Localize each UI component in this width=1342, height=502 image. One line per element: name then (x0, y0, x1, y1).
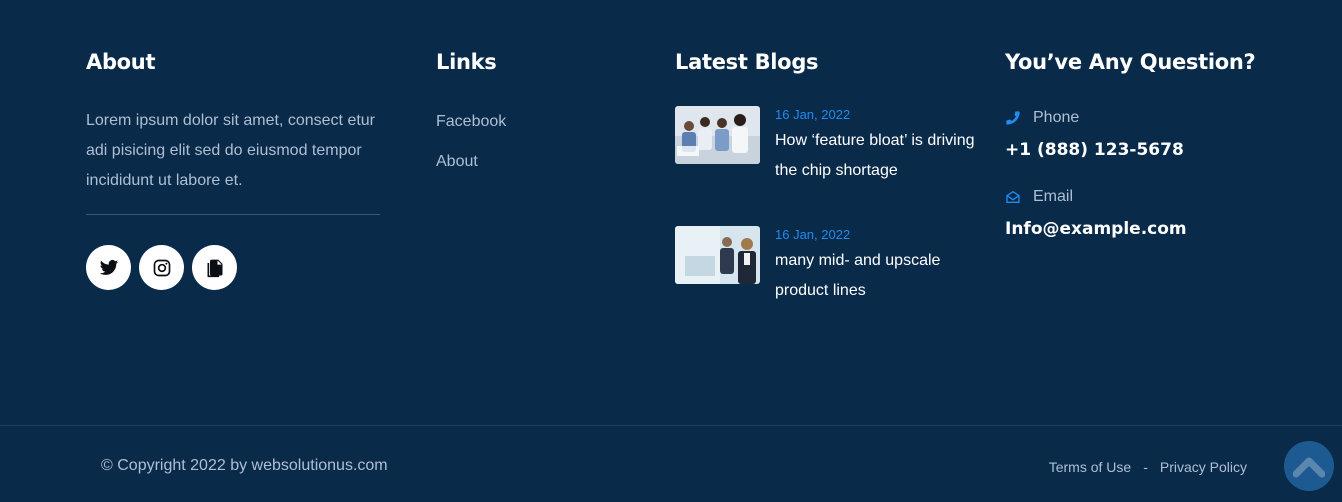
legal-separator: - (1143, 459, 1148, 475)
twitter-button[interactable] (86, 245, 131, 290)
about-text: Lorem ipsum dolor sit amet, consect etur… (86, 112, 376, 189)
blog-thumbnail[interactable] (675, 106, 760, 164)
blog-thumbnail[interactable] (675, 226, 760, 284)
phone-icon (1006, 111, 1020, 125)
instagram-icon (153, 259, 170, 276)
blog-date: 16 Jan, 2022 (775, 107, 851, 122)
blog-meta: 16 Jan, 2022 How ‘feature bloat’ is driv… (775, 106, 975, 186)
list-item: Facebook (436, 111, 636, 151)
email-label-row: Email (1005, 186, 1305, 208)
link-about[interactable]: About (436, 153, 478, 170)
privacy-link[interactable]: Privacy Policy (1160, 458, 1247, 476)
contact-column: You’ve Any Question? Phone +1 (888) 123-… (1005, 48, 1305, 241)
team-photo-image (675, 106, 760, 164)
link-facebook[interactable]: Facebook (436, 113, 506, 130)
twitter-icon (99, 259, 118, 275)
list-item: About (436, 151, 636, 191)
envelope-open-icon (1006, 191, 1020, 203)
contact-title: You’ve Any Question? (1005, 50, 1256, 74)
chevron-up-icon (1293, 457, 1325, 478)
footer-main: About Lorem ipsum dolor sit amet, consec… (0, 0, 1342, 425)
email-label: Email (1033, 188, 1074, 205)
blog-date: 16 Jan, 2022 (775, 227, 851, 242)
business-photo-image (675, 226, 760, 284)
copyright-text: © Copyright 2022 by websolutionus.com (101, 457, 388, 474)
blogs-title: Latest Blogs (675, 50, 819, 74)
copy-icon (207, 259, 222, 277)
links-column: Links Facebook About (436, 48, 636, 191)
links-title: Links (436, 50, 497, 74)
social-links (86, 245, 380, 290)
email-address[interactable]: Info@example.com (1005, 217, 1305, 241)
blog-title[interactable]: many mid- and upscale product lines (775, 246, 975, 306)
about-title: About (86, 50, 156, 74)
copy-button[interactable] (192, 245, 237, 290)
blogs-column: Latest Blogs 16 Jan, 2022 How ‘feature b… (675, 48, 975, 299)
scroll-to-top-button[interactable] (1284, 441, 1334, 491)
phone-number[interactable]: +1 (888) 123-5678 (1005, 138, 1305, 162)
phone-block: Phone +1 (888) 123-5678 (1005, 107, 1305, 162)
blog-title[interactable]: How ‘feature bloat’ is driving the chip … (775, 126, 975, 186)
about-divider (86, 214, 380, 215)
legal-links: Terms of Use - Privacy Policy (1049, 458, 1247, 476)
about-column: About Lorem ipsum dolor sit amet, consec… (86, 48, 380, 290)
blog-meta: 16 Jan, 2022 many mid- and upscale produ… (775, 226, 975, 306)
bottom-bar: © Copyright 2022 by websolutionus.com Te… (0, 425, 1342, 502)
links-list: Facebook About (436, 111, 636, 191)
phone-label: Phone (1033, 109, 1080, 126)
phone-label-row: Phone (1005, 107, 1305, 129)
terms-link[interactable]: Terms of Use (1049, 458, 1131, 476)
instagram-button[interactable] (139, 245, 184, 290)
email-block: Email Info@example.com (1005, 186, 1305, 241)
